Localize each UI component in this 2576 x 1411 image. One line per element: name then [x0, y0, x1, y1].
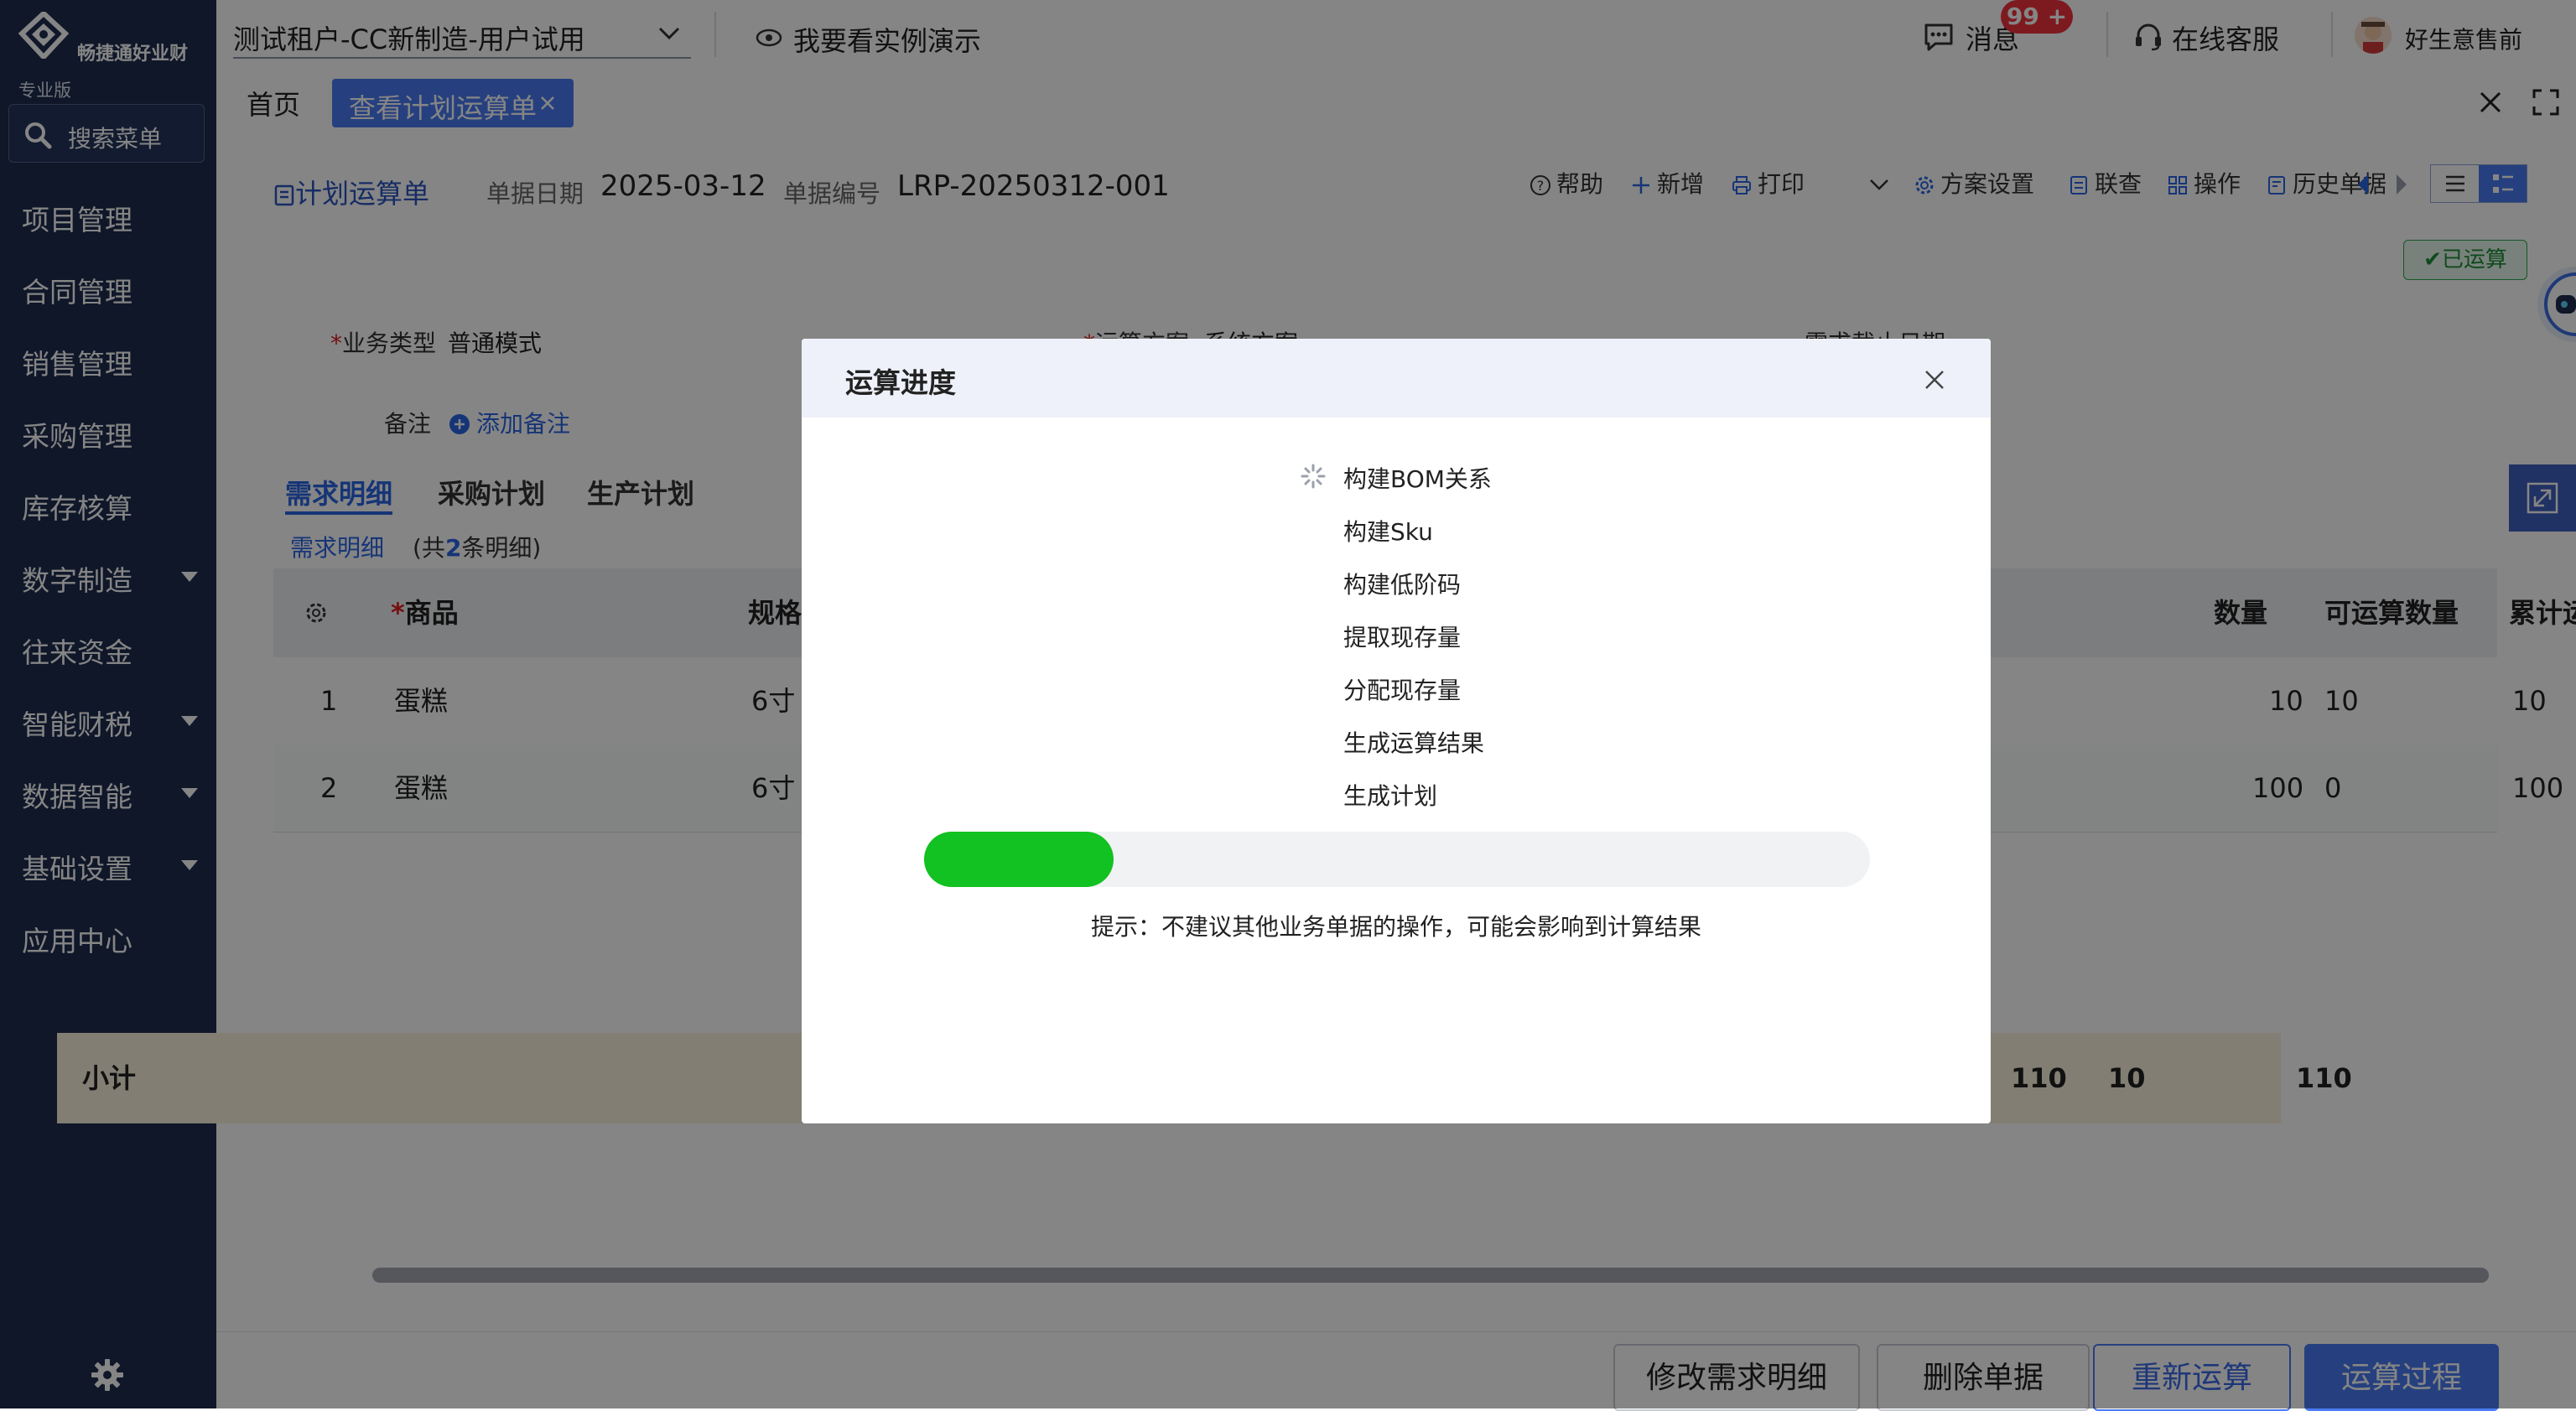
progress-step: 构建BOM关系 — [1343, 465, 1492, 493]
progress-step: 构建Sku — [1343, 518, 1433, 546]
dialog-tip: 提示：不建议其他业务单据的操作，可能会影响到计算结果 — [1090, 913, 1701, 941]
loading-spinner-icon — [1301, 464, 1326, 489]
progress-bar — [924, 832, 1870, 887]
close-icon[interactable] — [1922, 367, 1947, 392]
progress-step: 分配现存量 — [1343, 677, 1462, 704]
dialog-title: 运算进度 — [845, 366, 956, 399]
calculation-progress-dialog: 运算进度 构建BOM关系 构建Sku 构建低阶码 提取现存量 分配现存量 生成运… — [802, 339, 1991, 1123]
progress-step: 构建低阶码 — [1343, 571, 1462, 599]
progress-bar-fill — [924, 832, 1114, 887]
dialog-header: 运算进度 — [802, 339, 1991, 418]
progress-step: 生成运算结果 — [1343, 729, 1485, 757]
progress-step: 提取现存量 — [1343, 624, 1462, 651]
progress-step: 生成计划 — [1343, 782, 1438, 810]
